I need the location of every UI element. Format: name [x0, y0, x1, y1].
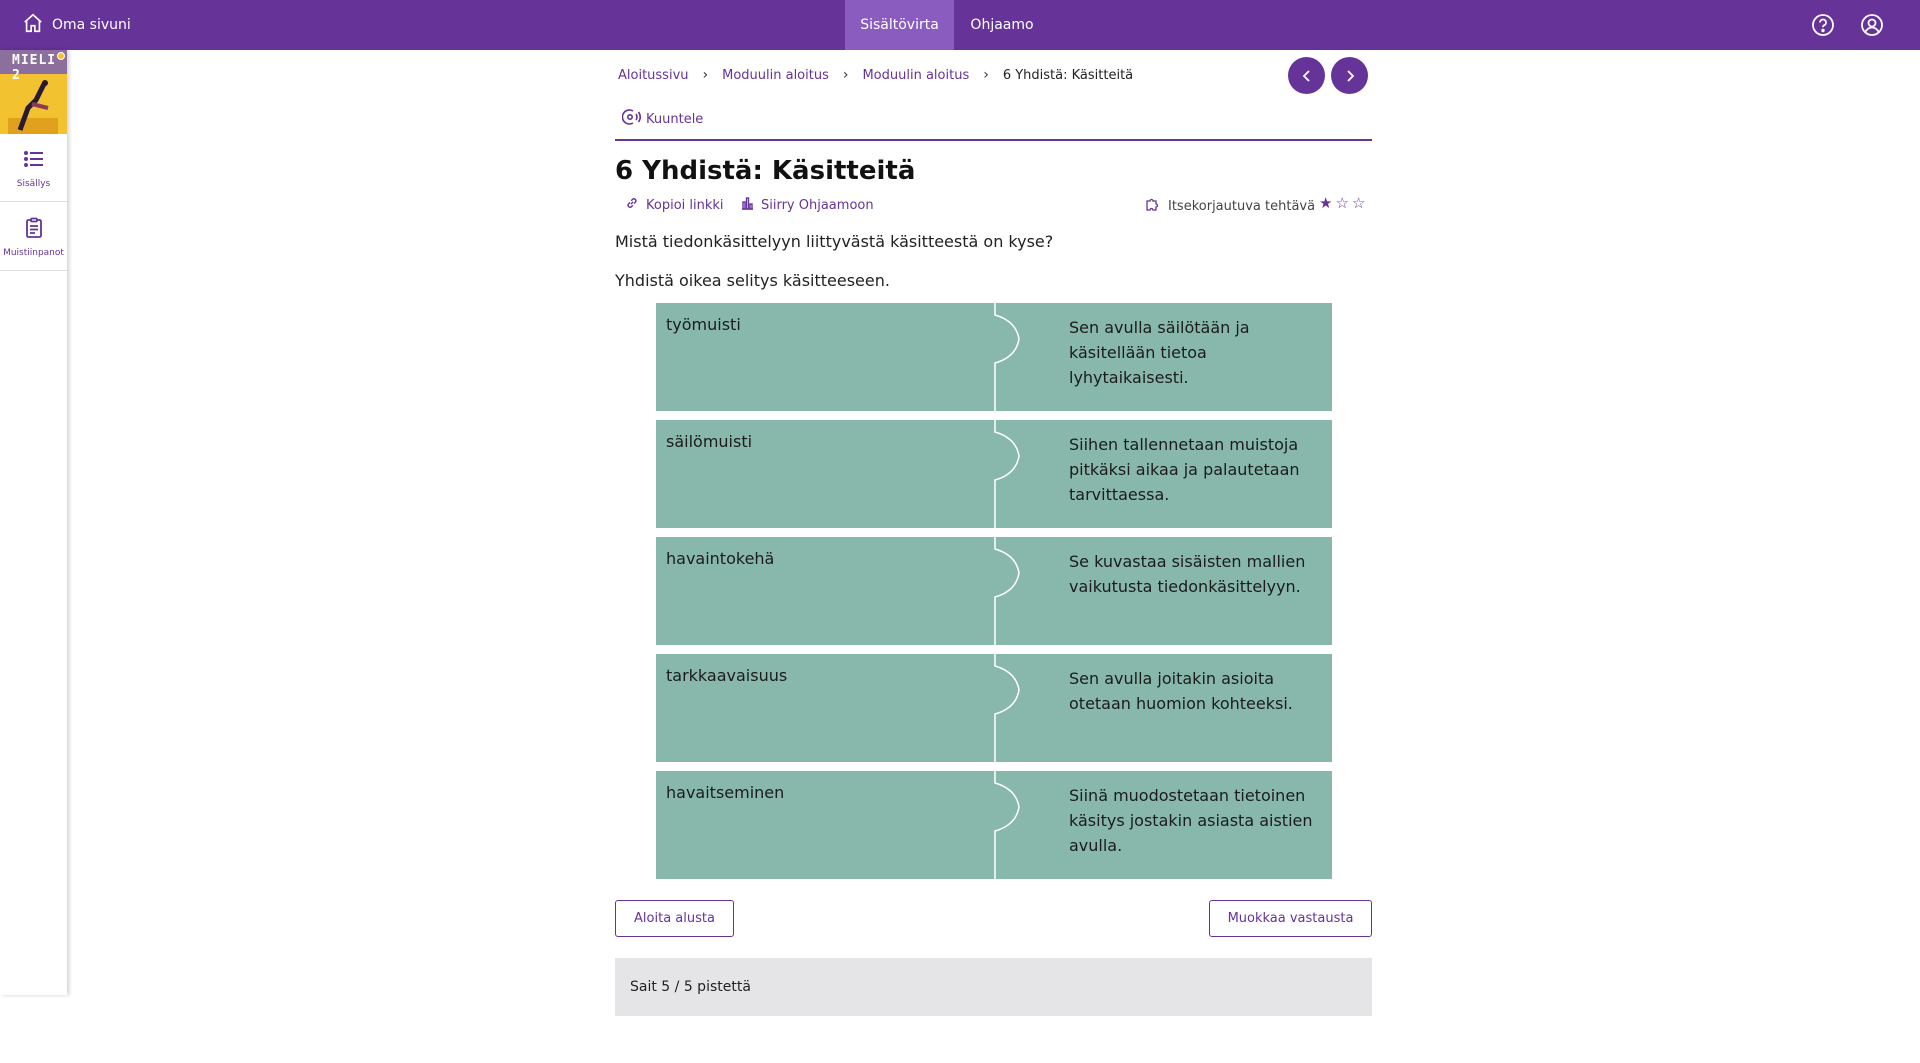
cover-figure-icon — [8, 80, 58, 134]
speaker-icon — [621, 108, 642, 130]
page-title: 6 Yhdistä: Käsitteitä — [615, 156, 916, 186]
match-row: havaintokehä Se kuvastaa sisäisten malli… — [656, 537, 1332, 645]
copy-link-label: Kopioi linkki — [646, 197, 724, 213]
tab-sisaltovirta[interactable]: Sisältövirta — [845, 0, 954, 50]
breadcrumb: Aloitussivu › Moduulin aloitus › Moduuli… — [618, 66, 1133, 84]
match-term[interactable]: säilömuisti — [666, 432, 752, 451]
copy-link-button[interactable]: Kopioi linkki — [625, 196, 724, 214]
listen-label: Kuuntele — [646, 111, 704, 127]
sidebar-item-label: Sisällys — [16, 178, 51, 189]
breadcrumb-link[interactable]: Moduulin aloitus — [862, 68, 969, 83]
match-term[interactable]: työmuisti — [666, 315, 741, 334]
puzzle-connector — [994, 537, 1020, 645]
listen-button[interactable]: Kuuntele — [621, 108, 704, 130]
breadcrumb-link[interactable]: Aloitussivu — [618, 68, 689, 83]
puzzle-connector — [994, 771, 1020, 879]
match-definition[interactable]: Siinä muodostetaan tietoinen käsitys jos… — [1069, 783, 1329, 858]
breadcrumb-link[interactable]: Moduulin aloitus — [722, 68, 829, 83]
star-empty-icon: ☆ — [1335, 194, 1349, 212]
match-row: työmuisti Sen avulla säilötään ja käsite… — [656, 303, 1332, 411]
puzzle-connector — [994, 654, 1020, 762]
puzzle-connector — [994, 420, 1020, 528]
puzzle-connector — [994, 303, 1020, 411]
cover-dot — [57, 52, 65, 60]
match-term[interactable]: havaintokehä — [666, 549, 774, 568]
star-empty-icon: ☆ — [1351, 194, 1366, 212]
score-text: Sait 5 / 5 pistettä — [630, 979, 751, 995]
match-definition[interactable]: Siihen tallennetaan muistoja pitkäksi ai… — [1069, 432, 1329, 507]
bar-chart-icon — [740, 196, 754, 214]
previous-page-button[interactable] — [1288, 57, 1325, 94]
sidebar-item-sisallys[interactable]: Sisällys — [0, 134, 67, 202]
match-definition[interactable]: Sen avulla joitakin asioita otetaan huom… — [1069, 666, 1329, 716]
instruction-text: Yhdistä oikea selitys käsitteeseen. — [615, 271, 890, 290]
self-check-label: Itsekorjautuva tehtävä — [1168, 198, 1316, 214]
match-row: tarkkaavaisuus Sen avulla joitakin asioi… — [656, 654, 1332, 762]
help-icon[interactable] — [1810, 12, 1836, 38]
sidebar-item-label: Muistiinpanot — [3, 247, 64, 258]
sidebar: MIELI 2 Sisällys Muistiinpanot — [0, 50, 67, 995]
match-term[interactable]: tarkkaavaisuus — [666, 666, 787, 685]
difficulty-stars: ★ ☆ ☆ — [1319, 196, 1365, 211]
chevron-right-icon — [1346, 69, 1354, 82]
match-row: säilömuisti Siihen tallennetaan muistoja… — [656, 420, 1332, 528]
match-row: havaitseminen Siinä muodostetaan tietoin… — [656, 771, 1332, 879]
home-link-label: Oma sivuni — [52, 17, 131, 33]
list-icon — [22, 147, 46, 175]
match-definition[interactable]: Sen avulla säilötään ja käsitellään tiet… — [1069, 315, 1329, 390]
next-page-button[interactable] — [1331, 57, 1368, 94]
notes-icon — [22, 216, 46, 244]
restart-button[interactable]: Aloita alusta — [615, 900, 734, 937]
chevron-right-icon: › — [983, 67, 989, 83]
chevron-right-icon: › — [842, 67, 849, 83]
book-cover[interactable]: MIELI 2 — [0, 50, 67, 134]
go-ohjaamo-button[interactable]: Siirry Ohjaamoon — [740, 196, 874, 214]
sidebar-item-muistiinpanot[interactable]: Muistiinpanot — [0, 203, 67, 271]
header-divider — [615, 139, 1372, 141]
top-navigation-bar: Oma sivuni Sisältövirta Ohjaamo — [0, 0, 1920, 50]
breadcrumb-current: 6 Yhdistä: Käsitteitä — [1002, 67, 1134, 83]
puzzle-icon — [1145, 196, 1161, 216]
link-icon — [625, 196, 639, 214]
score-box: Sait 5 / 5 pistettä — [615, 958, 1372, 1016]
star-filled-icon: ★ — [1319, 194, 1333, 212]
match-definition[interactable]: Se kuvastaa sisäisten mallien vaikutusta… — [1069, 549, 1329, 599]
chevron-left-icon — [1302, 69, 1310, 82]
chevron-right-icon: › — [702, 67, 709, 83]
home-link[interactable]: Oma sivuni — [22, 0, 131, 50]
self-check-indicator: Itsekorjautuva tehtävä — [1145, 196, 1315, 216]
go-ohjaamo-label: Siirry Ohjaamoon — [761, 197, 874, 213]
account-icon[interactable] — [1859, 12, 1885, 38]
tab-ohjaamo[interactable]: Ohjaamo — [962, 0, 1042, 50]
home-icon — [22, 12, 44, 38]
match-term[interactable]: havaitseminen — [666, 783, 784, 802]
edit-answer-button[interactable]: Muokkaa vastausta — [1209, 900, 1372, 937]
question-text: Mistä tiedonkäsittelyyn liittyvästä käsi… — [615, 232, 1054, 251]
